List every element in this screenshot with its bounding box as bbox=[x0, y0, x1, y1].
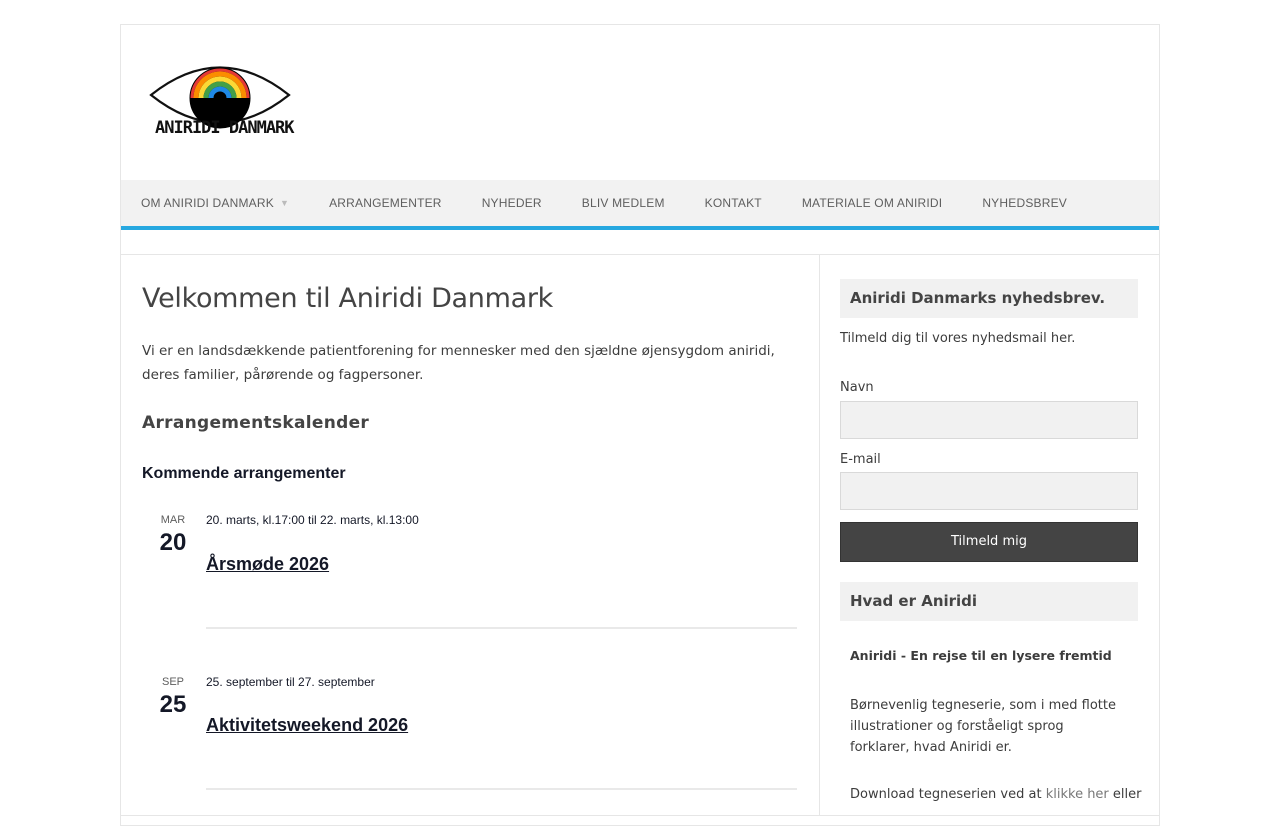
calendar-heading: Arrangementskalender bbox=[142, 413, 370, 433]
event-date: 25. september til 27. september bbox=[206, 675, 375, 689]
nav-item-om-aniridi-danmark[interactable]: OM ANIRIDI DANMARK ▼ bbox=[121, 196, 309, 210]
nav-item-label: OM ANIRIDI DANMARK bbox=[141, 196, 274, 210]
newsletter-widget: Aniridi Danmarks nyhedsbrev. bbox=[840, 279, 1138, 318]
event-month: SEP bbox=[161, 676, 184, 688]
name-field-label: Navn bbox=[840, 380, 874, 395]
main-navigation: OM ANIRIDI DANMARK ▼ ARRANGEMENTER NYHED… bbox=[121, 180, 1159, 230]
event-date: 20. marts, kl.17:00 til 22. marts, kl.13… bbox=[206, 513, 419, 527]
email-input[interactable] bbox=[840, 472, 1138, 510]
event-separator bbox=[206, 627, 797, 629]
page-title: Velkommen til Aniridi Danmark bbox=[142, 283, 554, 314]
event-day: 20 bbox=[159, 529, 187, 556]
about-widget: Hvad er Aniridi bbox=[840, 582, 1138, 621]
event-month: MAR bbox=[160, 514, 186, 526]
nav-item-kontakt[interactable]: KONTAKT bbox=[685, 196, 782, 210]
about-subtitle: Aniridi - En rejse til en lysere fremtid bbox=[850, 648, 1112, 663]
event-item: SEP 25 25. september til 27. september A… bbox=[121, 673, 819, 793]
upcoming-events-label: Kommende arrangementer bbox=[142, 465, 346, 482]
event-title-link[interactable]: Årsmøde 2026 bbox=[206, 554, 329, 575]
event-day: 25 bbox=[159, 691, 187, 718]
nav-item-arrangementer[interactable]: ARRANGEMENTER bbox=[309, 196, 462, 210]
about-text: Børnevenlig tegneserie, som i med flotte… bbox=[850, 698, 1116, 755]
about-widget-title: Hvad er Aniridi bbox=[840, 582, 1138, 621]
newsletter-text: Tilmeld dig til vores nyhedsmail her. bbox=[840, 331, 1076, 346]
email-field-label: E-mail bbox=[840, 452, 881, 467]
event-separator bbox=[206, 788, 797, 790]
content-area: Velkommen til Aniridi Danmark Vi er en l… bbox=[120, 254, 1160, 816]
nav-item-nyheder[interactable]: NYHEDER bbox=[462, 196, 562, 210]
nav-item-nyhedsbrev[interactable]: NYHEDSBREV bbox=[962, 196, 1087, 210]
logo-text: ANIRIDI DANMARK bbox=[155, 118, 295, 138]
site-header: ANIRIDI DANMARK bbox=[121, 25, 1159, 180]
dropdown-arrow-icon: ▼ bbox=[279, 198, 290, 208]
name-input[interactable] bbox=[840, 401, 1138, 439]
event-title-link[interactable]: Aktivitetsweekend 2026 bbox=[206, 715, 408, 736]
nav-item-bliv-medlem[interactable]: BLIV MEDLEM bbox=[562, 196, 685, 210]
main-content: Velkommen til Aniridi Danmark Vi er en l… bbox=[121, 255, 820, 815]
event-item: MAR 20 20. marts, kl.17:00 til 22. marts… bbox=[121, 511, 819, 631]
nav-item-materiale-om-aniridi[interactable]: MATERIALE OM ANIRIDI bbox=[782, 196, 962, 210]
newsletter-widget-title: Aniridi Danmarks nyhedsbrev. bbox=[840, 279, 1138, 318]
subscribe-button[interactable]: Tilmeld mig bbox=[840, 522, 1138, 562]
intro-text: Vi er en landsdækkende patientforening f… bbox=[142, 343, 775, 383]
